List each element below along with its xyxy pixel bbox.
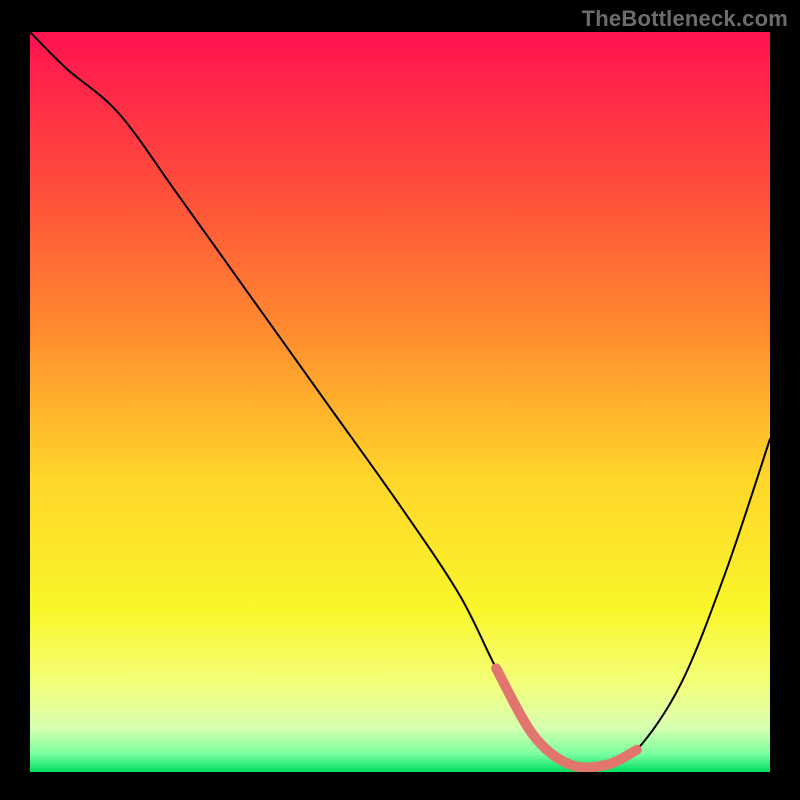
bottleneck-chart bbox=[30, 32, 770, 772]
chart-frame: TheBottleneck.com bbox=[0, 0, 800, 800]
attribution-label: TheBottleneck.com bbox=[582, 6, 788, 32]
